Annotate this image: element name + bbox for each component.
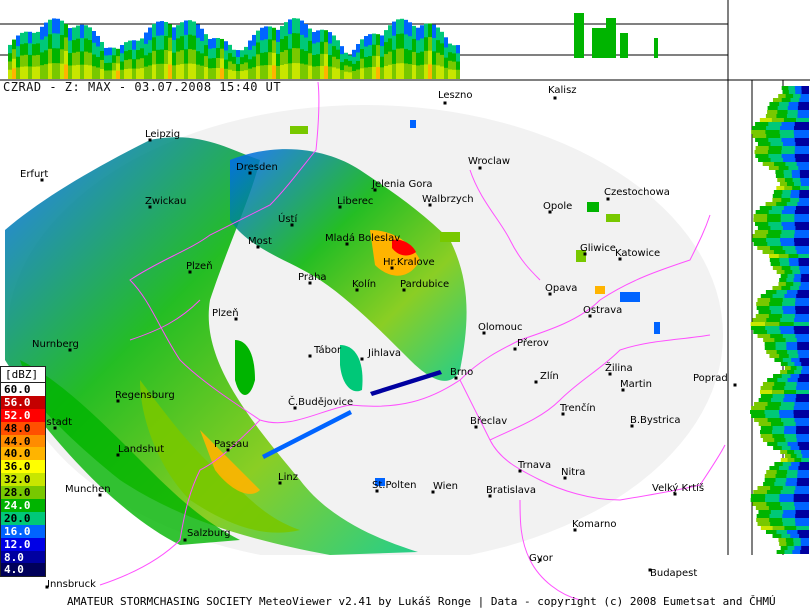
city-label: Jihlava	[367, 348, 401, 359]
city-label: Gyor	[529, 553, 554, 564]
city-label: Regensburg	[115, 390, 175, 401]
city-label: Kolín	[352, 278, 376, 290]
legend-level-6: 36.0	[1, 460, 45, 473]
city-label: Wroclaw	[468, 156, 510, 167]
city-label: Kalisz	[548, 85, 577, 96]
city-label: Nitra	[561, 467, 585, 478]
city-label: Hr.Kralove	[383, 257, 435, 268]
city-label: Tábor	[313, 344, 342, 356]
city-marker	[553, 96, 557, 100]
city-label: Leszno	[438, 90, 472, 101]
footer: AMATEUR STORMCHASING SOCIETY MeteoViewer…	[0, 595, 810, 610]
legend-level-4: 44.0	[1, 434, 45, 448]
city-label: Innsbruck	[47, 579, 96, 590]
city-label: Linz	[278, 472, 298, 483]
city-label: Czestochowa	[604, 187, 670, 198]
city-label: Jelenia Gora	[371, 179, 433, 190]
city-label: Katowice	[615, 248, 660, 259]
city-label: Trenčín	[559, 402, 596, 414]
city-label: Passau	[214, 439, 249, 450]
legend-level-1: 56.0	[1, 395, 45, 409]
city-label: Komarno	[572, 519, 616, 530]
city-marker	[733, 383, 737, 387]
city-marker	[443, 101, 447, 105]
city-label: Leipzig	[145, 129, 180, 140]
footer-credit: AMATEUR STORMCHASING SOCIETY MeteoViewer…	[67, 595, 776, 608]
city-label: Nurnberg	[32, 339, 79, 350]
city-label: Č.Budějovice	[288, 395, 353, 408]
legend-level-13: 8.0	[1, 550, 45, 564]
city-marker	[534, 380, 538, 384]
dbz-legend: [dBZ] 60.0 56.0 52.0 48.0 44.0 40.0 36.0 32.0 28…	[0, 366, 46, 578]
city-label: Budapest	[650, 568, 697, 579]
city-label: Ostrava	[583, 305, 622, 316]
legend-level-0: 60.0	[1, 383, 45, 396]
legend-unit: [dBZ]	[1, 367, 45, 383]
city-label: Martin	[620, 379, 652, 390]
city-label: Žilina	[605, 361, 633, 374]
city-label: Landshut	[118, 444, 164, 455]
legend-level-11: 16.0	[1, 524, 45, 538]
legend-level-8: 28.0	[1, 486, 45, 499]
city-label: Mladá Boleslav	[325, 232, 400, 244]
city-label: Gliwice	[580, 243, 616, 254]
city-label: Zlín	[540, 370, 559, 382]
city-label: Plzeň	[212, 307, 239, 319]
city-label: Erfurt	[20, 169, 48, 180]
city-label: Poprad	[693, 373, 728, 384]
city-label: Opole	[543, 201, 572, 212]
legend-level-3: 48.0	[1, 421, 45, 435]
radar-viewer: Leszno Kalisz Leipzig Wroclaw Erfurt Dresden J…	[0, 0, 810, 610]
city-label: Zwickau	[145, 196, 186, 207]
legend-level-10: 20.0	[1, 511, 45, 525]
city-label: Liberec	[337, 196, 373, 207]
city-marker	[308, 354, 312, 358]
city-label: Brno	[450, 367, 473, 378]
city-label: Bratislava	[486, 485, 536, 496]
city-marker	[360, 357, 364, 361]
scan-title: CZRAD - Z: MAX - 03.07.2008 15:40 UT	[3, 80, 282, 94]
legend-level-9: 24.0	[1, 499, 45, 512]
city-label: Walbrzych	[422, 194, 474, 205]
city-label: Plzeň	[186, 260, 213, 272]
city-label: B.Bystrica	[630, 415, 680, 426]
city-label: Praha	[298, 272, 327, 283]
city-label: Dresden	[236, 162, 278, 173]
legend-level-5: 40.0	[1, 447, 45, 460]
city-label: Salzburg	[187, 528, 230, 539]
city-label: Most	[248, 236, 272, 247]
city-label: Břeclav	[470, 415, 507, 427]
city-label: Wien	[433, 481, 458, 492]
city-label: Opava	[545, 283, 577, 294]
city-label: St.Polten	[372, 480, 416, 491]
city-label: Přerov	[517, 337, 549, 349]
legend-level-12: 12.0	[1, 537, 45, 551]
top-profile-panel	[0, 0, 729, 80]
side-profile-panel	[727, 80, 810, 610]
city-label: Velký Krtíš	[652, 482, 704, 494]
legend-level-14: 4.0	[1, 563, 45, 576]
city-label: Olomouc	[478, 322, 522, 333]
city-label: Munchen	[65, 484, 111, 495]
city-label: Pardubice	[400, 279, 449, 290]
city-label: Trnava	[517, 460, 551, 471]
legend-level-2: 52.0	[1, 408, 45, 422]
legend-level-7: 32.0	[1, 473, 45, 486]
city-label: Ústí	[278, 212, 298, 225]
